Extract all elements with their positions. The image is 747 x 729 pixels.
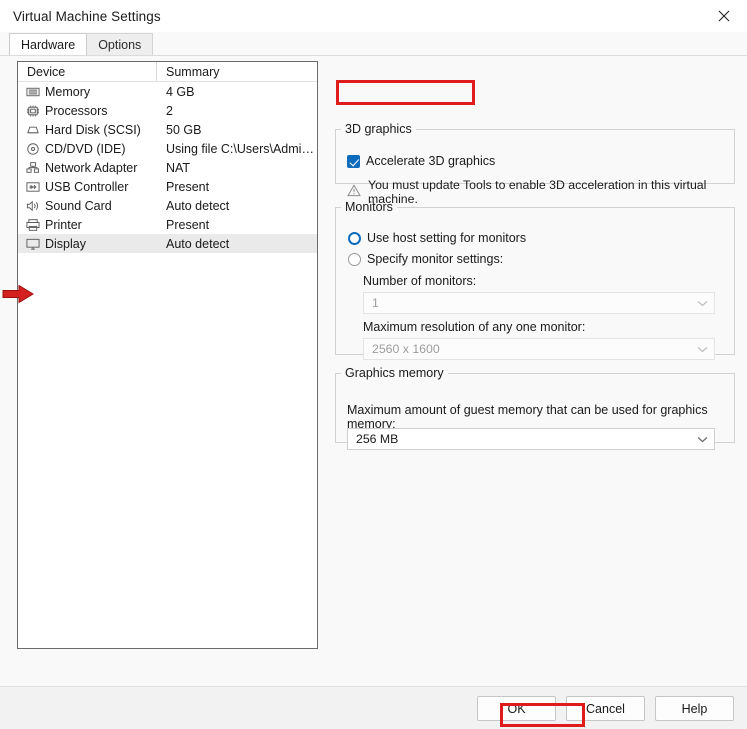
device-row-display[interactable]: Display Auto detect (18, 234, 317, 253)
device-name-label: Memory (45, 84, 91, 99)
device-row-usb-controller[interactable]: USB Controller Present (18, 177, 317, 196)
accelerate-3d-graphics-label: Accelerate 3D graphics (366, 154, 496, 168)
device-name-cell: Network Adapter (18, 161, 157, 175)
device-summary-cell: 2 (166, 103, 173, 118)
device-name-cell: CD/DVD (IDE) (18, 142, 157, 156)
device-name-label: CD/DVD (IDE) (45, 141, 126, 156)
device-name-cell: USB Controller (18, 180, 157, 194)
max-resolution-value: 2560 x 1600 (372, 342, 440, 356)
device-name-cell: Printer (18, 218, 157, 232)
footer-button-group: OK Cancel Help (477, 696, 734, 721)
graphics-memory-dropdown[interactable]: 256 MB (347, 428, 715, 450)
graphics-memory-value: 256 MB (356, 432, 399, 446)
device-name-cell: Sound Card (18, 199, 157, 213)
network-adapter-icon (25, 161, 41, 175)
window-title: Virtual Machine Settings (13, 8, 161, 24)
memory-icon (25, 85, 41, 99)
device-list-rows: Memory 4 GB Processors 2 Hard Disk (SCSI) 5… (18, 82, 317, 253)
number-of-monitors-label: Number of monitors: (363, 274, 477, 288)
device-row-memory[interactable]: Memory 4 GB (18, 82, 317, 101)
device-list-header: Device Summary (18, 62, 317, 82)
device-summary-cell: Auto detect (166, 236, 230, 251)
device-row-printer[interactable]: Printer Present (18, 215, 317, 234)
column-header-device: Device (18, 62, 157, 81)
device-name-label: USB Controller (45, 179, 129, 194)
chevron-down-icon (697, 296, 708, 310)
accelerate-3d-graphics-checkbox[interactable] (347, 154, 360, 168)
device-row-network-adapter[interactable]: Network Adapter NAT (18, 158, 317, 177)
device-list-panel: Device Summary Memory 4 GB Processors 2 Ha… (17, 61, 318, 649)
title-bar: Virtual Machine Settings (0, 0, 747, 32)
device-name-cell: Memory (18, 85, 157, 99)
graphics-memory-description: Maximum amount of guest memory that can … (347, 403, 708, 431)
device-summary-cell: Present (166, 179, 210, 194)
accelerate-3d-graphics-checkbox-row[interactable]: Accelerate 3D graphics (342, 150, 502, 172)
radio-use-host-setting[interactable] (348, 231, 361, 245)
warning-triangle-icon (347, 184, 361, 200)
device-name-label: Processors (45, 103, 108, 118)
virtual-machine-settings-window: Virtual Machine Settings Hardware Option… (0, 0, 747, 729)
sound-card-icon (25, 199, 41, 213)
radio-use-host-setting-row[interactable]: Use host setting for monitors (348, 231, 526, 245)
device-name-cell: Hard Disk (SCSI) (18, 123, 157, 137)
device-name-label: Display (45, 236, 86, 251)
group-monitors: Monitors Use host setting for monitors S… (335, 200, 735, 360)
group-3d-graphics: 3D graphics Accelerate 3D graphics You m… (335, 122, 735, 206)
chevron-down-icon (697, 342, 708, 356)
device-summary-cell: Auto detect (166, 198, 230, 213)
column-header-summary: Summary (166, 64, 220, 79)
usb-controller-icon (25, 180, 41, 194)
device-row-sound-card[interactable]: Sound Card Auto detect (18, 196, 317, 215)
device-name-cell: Processors (18, 104, 157, 118)
group-graphics-memory: Graphics memory Maximum amount of guest … (335, 366, 735, 450)
max-resolution-label: Maximum resolution of any one monitor: (363, 320, 586, 334)
help-button[interactable]: Help (655, 696, 734, 721)
device-row-processors[interactable]: Processors 2 (18, 101, 317, 120)
cancel-button[interactable]: Cancel (566, 696, 645, 721)
max-resolution-dropdown: 2560 x 1600 (363, 338, 715, 360)
device-summary-cell: Present (166, 217, 210, 232)
device-name-label: Hard Disk (SCSI) (45, 122, 141, 137)
printer-icon (25, 218, 41, 232)
red-right-arrow-icon (2, 284, 36, 304)
device-name-label: Network Adapter (45, 160, 138, 175)
device-row-hard-disk-scsi[interactable]: Hard Disk (SCSI) 50 GB (18, 120, 317, 139)
radio-specify-monitor-settings-label: Specify monitor settings: (367, 252, 504, 266)
device-name-label: Printer (45, 217, 82, 232)
processor-icon (25, 104, 41, 118)
device-name-cell: Display (18, 237, 157, 251)
ok-button[interactable]: OK (477, 696, 556, 721)
group-label-graphics-memory: Graphics memory (345, 366, 444, 380)
group-label-3d-graphics: 3D graphics (345, 122, 412, 136)
tab-hardware[interactable]: Hardware (9, 33, 88, 55)
cd-dvd-icon (25, 142, 41, 156)
number-of-monitors-dropdown: 1 (363, 292, 715, 314)
close-icon[interactable] (701, 0, 747, 32)
radio-specify-monitor-settings-row[interactable]: Specify monitor settings: (348, 252, 503, 266)
dialog-footer: OK Cancel Help (0, 686, 747, 729)
chevron-down-icon (697, 432, 708, 446)
tab-options[interactable]: Options (86, 33, 154, 55)
display-icon (25, 237, 41, 251)
device-name-label: Sound Card (45, 198, 112, 213)
dialog-body: Device Summary Memory 4 GB Processors 2 Ha… (0, 55, 747, 729)
tab-strip: Hardware Options (0, 32, 747, 55)
radio-specify-monitor-settings[interactable] (348, 252, 361, 266)
number-of-monitors-value: 1 (372, 296, 379, 310)
device-row-cd-dvd-ide[interactable]: CD/DVD (IDE) Using file C:\Users\Administ… (18, 139, 317, 158)
radio-use-host-setting-label: Use host setting for monitors (367, 231, 527, 245)
device-summary-cell: 4 GB (166, 84, 195, 99)
device-summary-cell: Using file C:\Users\Administr… (166, 141, 317, 156)
device-summary-cell: NAT (166, 160, 191, 175)
group-label-monitors: Monitors (345, 200, 393, 214)
device-summary-cell: 50 GB (166, 122, 202, 137)
hard-disk-icon (25, 123, 41, 137)
